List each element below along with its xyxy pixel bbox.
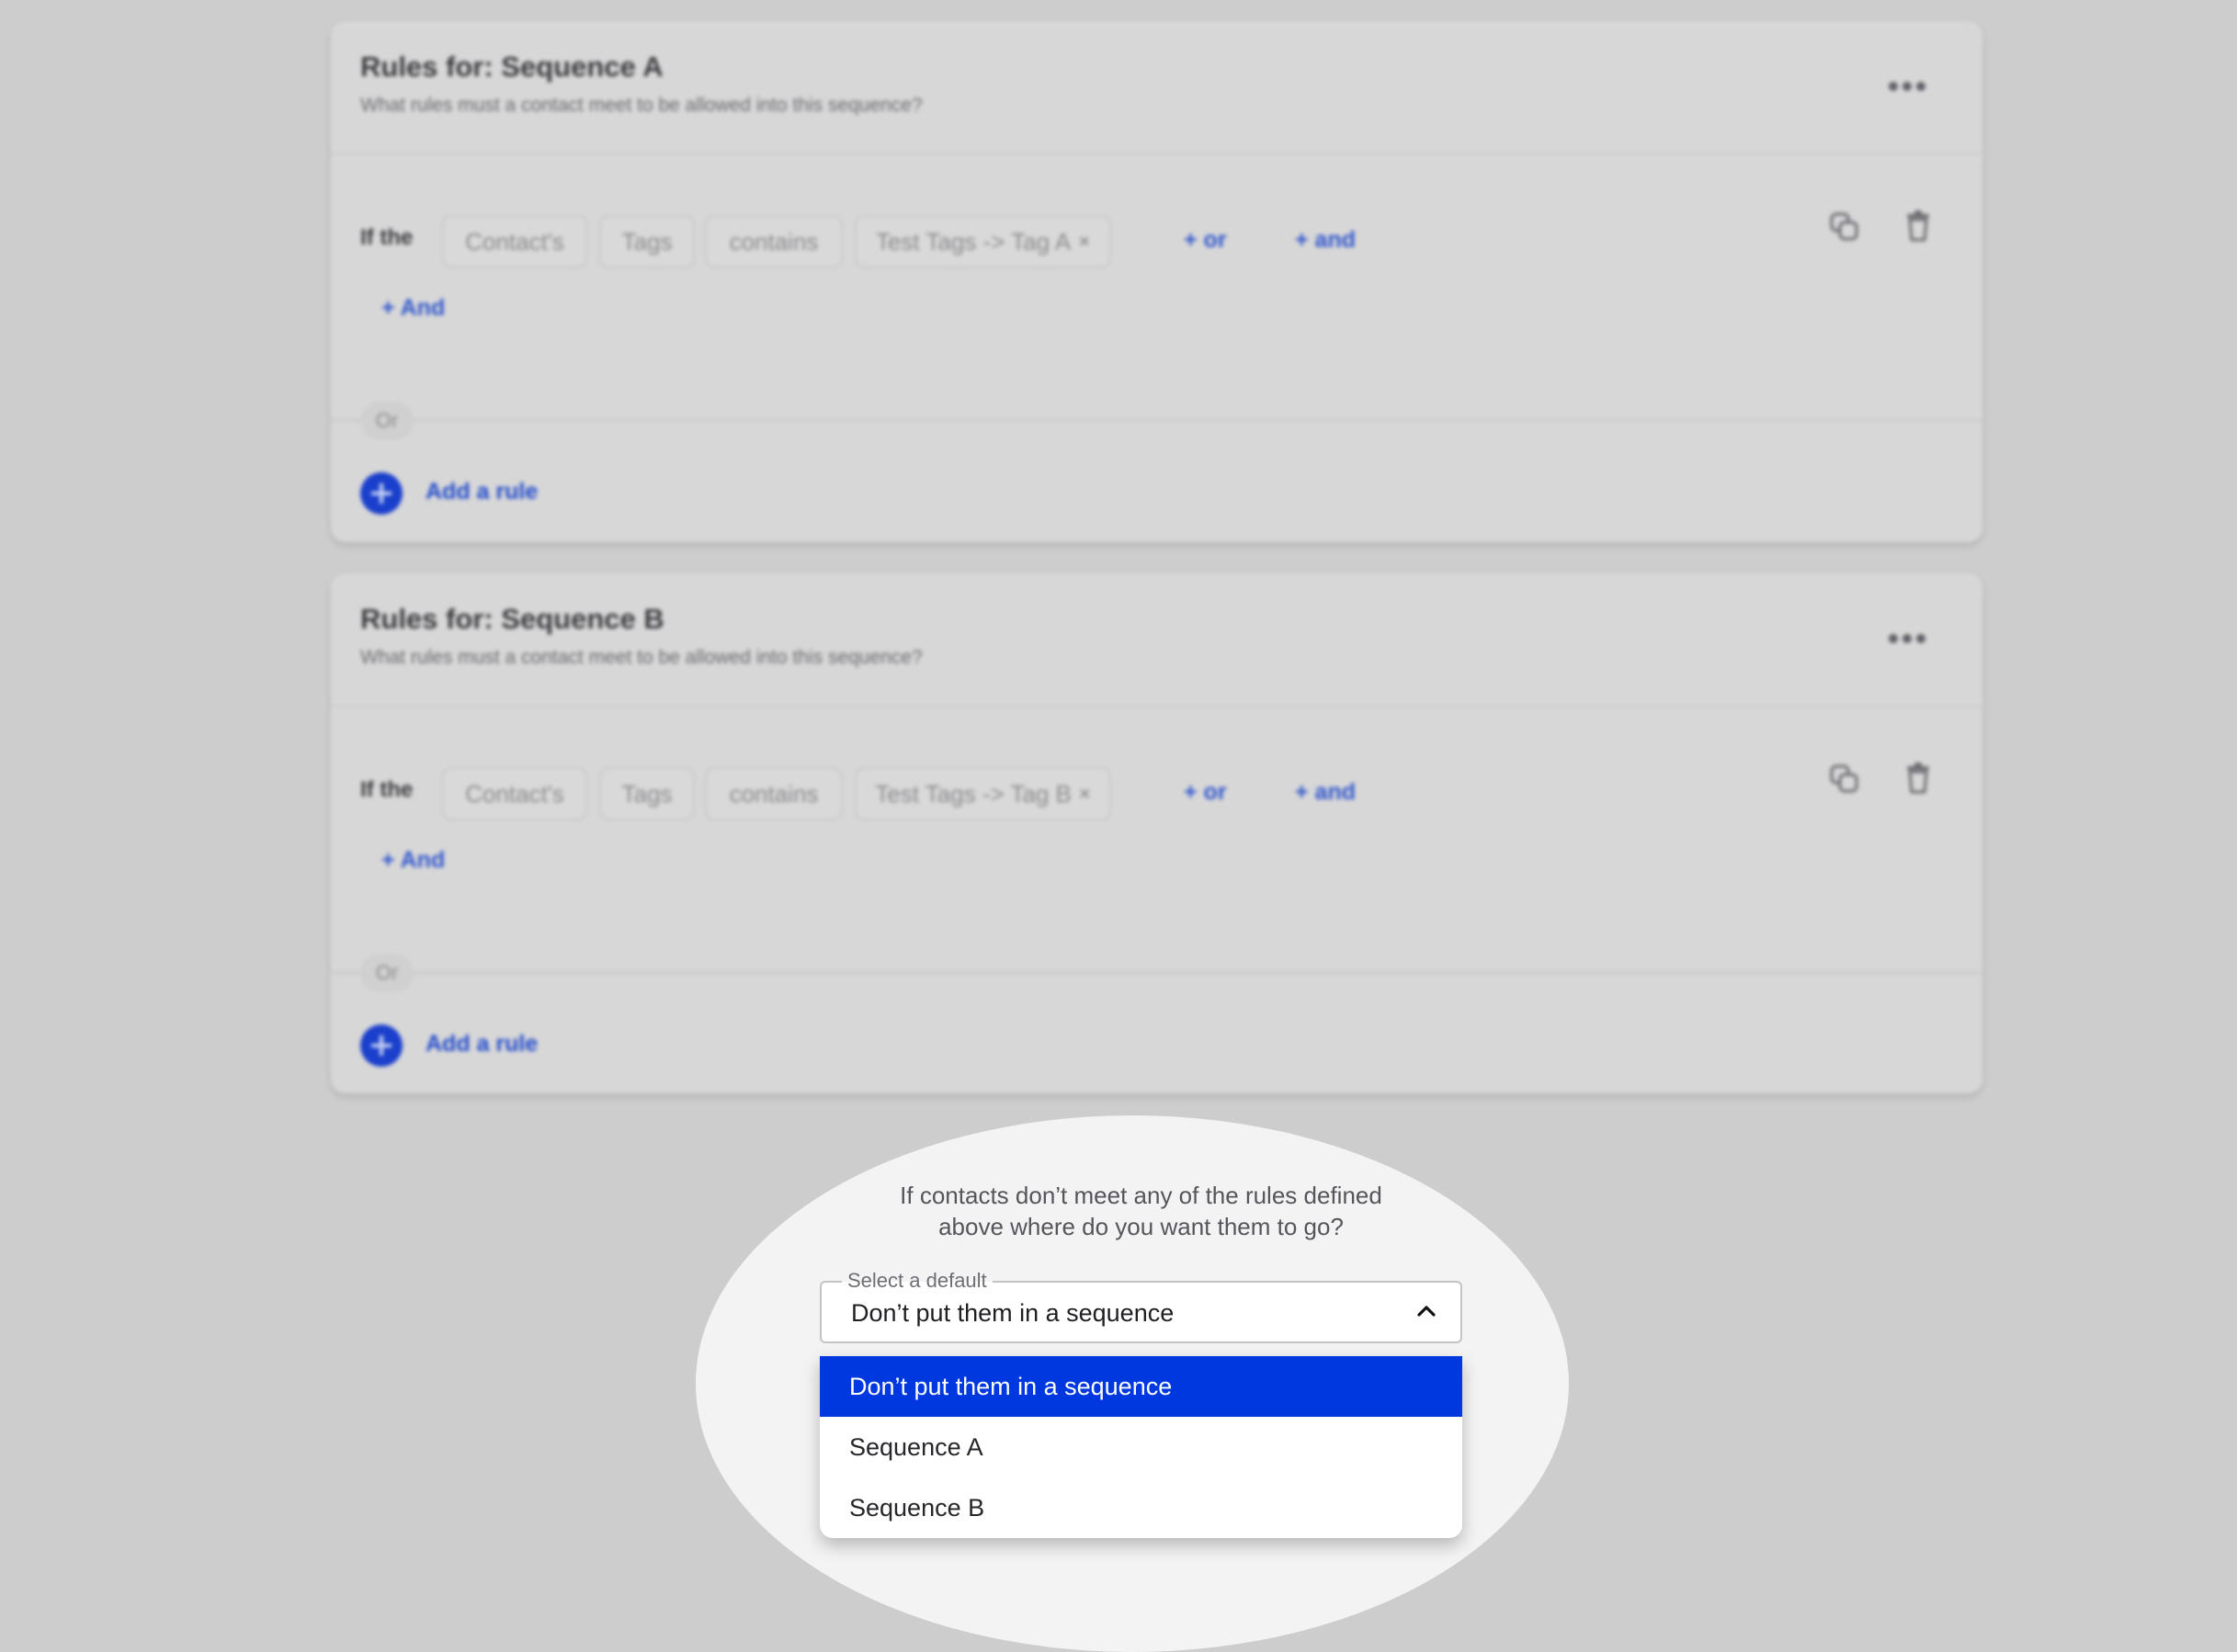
card-subtitle: What rules must a contact meet to be all…	[360, 95, 923, 116]
add-or-condition-link[interactable]: + or	[1184, 779, 1227, 806]
more-options-icon[interactable]	[1889, 80, 1925, 93]
add-and-group-link[interactable]: + And	[381, 295, 445, 322]
option-sequence-b[interactable]: Sequence B	[820, 1477, 1462, 1538]
default-sequence-options: Don’t put them in a sequence Sequence A …	[820, 1356, 1462, 1538]
or-separator: Or	[360, 402, 414, 440]
value-tag-chip[interactable]: Test Tags -> Tag B ×	[855, 767, 1111, 820]
option-dont-put-in-sequence[interactable]: Don’t put them in a sequence	[820, 1356, 1462, 1417]
or-divider	[331, 419, 1982, 422]
add-and-group-link[interactable]: + And	[381, 847, 445, 874]
subject-select[interactable]: Contact's	[442, 767, 587, 820]
select-value: Don’t put them in a sequence	[851, 1299, 1175, 1327]
chevron-up-icon[interactable]	[1416, 1303, 1436, 1318]
field-value: Tags	[621, 779, 673, 808]
subject-select[interactable]: Contact's	[442, 215, 587, 268]
card-header: Rules for: Sequence B What rules must a …	[331, 573, 1982, 707]
delete-icon[interactable]	[1902, 761, 1934, 796]
option-label: Sequence A	[849, 1432, 983, 1461]
value-tag-chip[interactable]: Test Tags -> Tag A ×	[855, 215, 1111, 268]
add-rule-button[interactable]: Add a rule	[426, 479, 538, 505]
or-separator: Or	[360, 954, 414, 992]
duplicate-icon[interactable]	[1829, 761, 1860, 796]
card-subtitle: What rules must a contact meet to be all…	[360, 647, 923, 668]
add-rule-plus-icon[interactable]	[360, 472, 403, 515]
field-select[interactable]: Tags	[599, 767, 695, 820]
or-divider	[331, 971, 1982, 974]
operator-select[interactable]: contains	[705, 767, 843, 820]
operator-select[interactable]: contains	[705, 215, 843, 268]
remove-tag-icon[interactable]: ×	[1078, 230, 1090, 254]
card-title: Rules for: Sequence B	[360, 603, 664, 635]
operator-value: contains	[729, 779, 819, 808]
rule-prefix: If the	[360, 777, 414, 802]
add-and-condition-link[interactable]: + and	[1295, 779, 1356, 806]
duplicate-icon[interactable]	[1829, 209, 1860, 243]
field-select[interactable]: Tags	[599, 215, 695, 268]
tag-value: Test Tags -> Tag A	[875, 227, 1072, 255]
field-value: Tags	[621, 227, 673, 255]
delete-icon[interactable]	[1902, 209, 1934, 243]
operator-value: contains	[729, 227, 819, 255]
option-label: Sequence B	[849, 1493, 985, 1522]
default-question: If contacts don’t meet any of the rules …	[820, 1180, 1462, 1242]
question-line-2: above where do you want them to go?	[938, 1213, 1344, 1240]
add-rule-button[interactable]: Add a rule	[426, 1031, 538, 1058]
rules-card-sequence-b: Rules for: Sequence B What rules must a …	[331, 573, 1982, 1093]
default-sequence-select[interactable]: Select a default Don’t put them in a seq…	[820, 1270, 1462, 1343]
rules-card-sequence-a: Rules for: Sequence A What rules must a …	[331, 21, 1982, 542]
remove-tag-icon[interactable]: ×	[1079, 782, 1091, 806]
more-options-icon[interactable]	[1889, 632, 1925, 645]
card-body: If the Contact's Tags contains Test Tags…	[331, 707, 1982, 1093]
question-line-1: If contacts don’t meet any of the rules …	[900, 1182, 1382, 1209]
option-sequence-a[interactable]: Sequence A	[820, 1417, 1462, 1477]
add-and-condition-link[interactable]: + and	[1295, 227, 1356, 254]
select-label: Select a default	[842, 1270, 993, 1292]
add-or-condition-link[interactable]: + or	[1184, 227, 1227, 254]
card-title: Rules for: Sequence A	[360, 51, 664, 83]
option-label: Don’t put them in a sequence	[849, 1372, 1173, 1400]
rule-prefix: If the	[360, 225, 414, 250]
subject-value: Contact's	[465, 779, 564, 808]
subject-value: Contact's	[465, 227, 564, 255]
card-header: Rules for: Sequence A What rules must a …	[331, 21, 1982, 155]
tag-value: Test Tags -> Tag B	[875, 779, 1072, 808]
add-rule-plus-icon[interactable]	[360, 1024, 403, 1067]
card-body: If the Contact's Tags contains Test Tags…	[331, 155, 1982, 541]
